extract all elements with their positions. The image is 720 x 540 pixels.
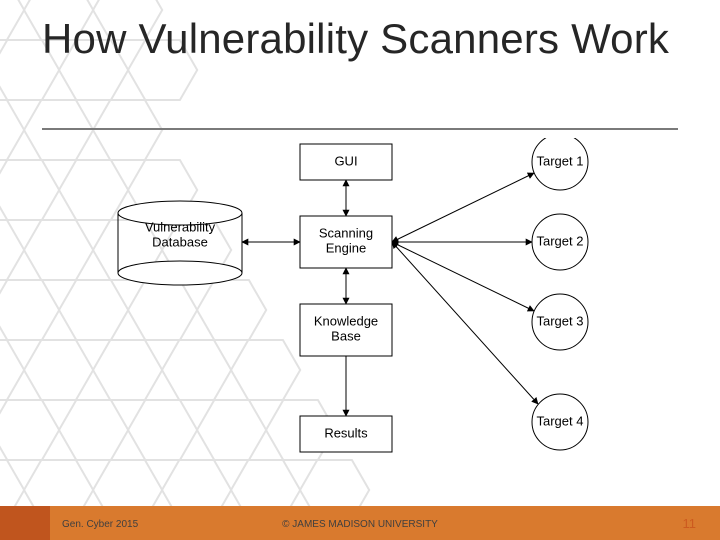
label-engine: ScanningEngine [319,226,373,256]
node-scanning-engine: ScanningEngine [300,216,392,268]
edges [242,173,538,416]
architecture-diagram: VulnerabilityDatabase GUI ScanningEngine… [0,138,720,488]
footer-center: © JAMES MADISON UNIVERSITY [0,519,720,530]
page-number: 11 [683,516,697,531]
node-target-4: Target 4 [532,394,588,450]
node-knowledge-base: KnowledgeBase [300,304,392,356]
slide: How Vulnerability Scanners Work Vulnerab… [0,0,720,540]
label-t2: Target 2 [537,233,584,248]
node-target-1: Target 1 [532,138,588,190]
label-gui: GUI [334,153,357,168]
label-t3: Target 3 [537,313,584,328]
edge-engine-t3 [392,242,534,311]
node-vulnerability-database: VulnerabilityDatabase [118,201,242,285]
label-db-l1: VulnerabilityDatabase [145,220,216,250]
label-t1: Target 1 [537,153,584,168]
edge-engine-t1 [392,173,534,242]
slide-title: How Vulnerability Scanners Work [42,16,669,61]
edge-engine-t4 [392,242,538,404]
node-target-2: Target 2 [532,214,588,270]
node-results: Results [300,416,392,452]
label-results: Results [324,425,368,440]
node-gui: GUI [300,144,392,180]
title-rule [42,128,678,130]
label-t4: Target 4 [537,413,584,428]
title-text: How Vulnerability Scanners Work [42,15,669,62]
node-target-3: Target 3 [532,294,588,350]
